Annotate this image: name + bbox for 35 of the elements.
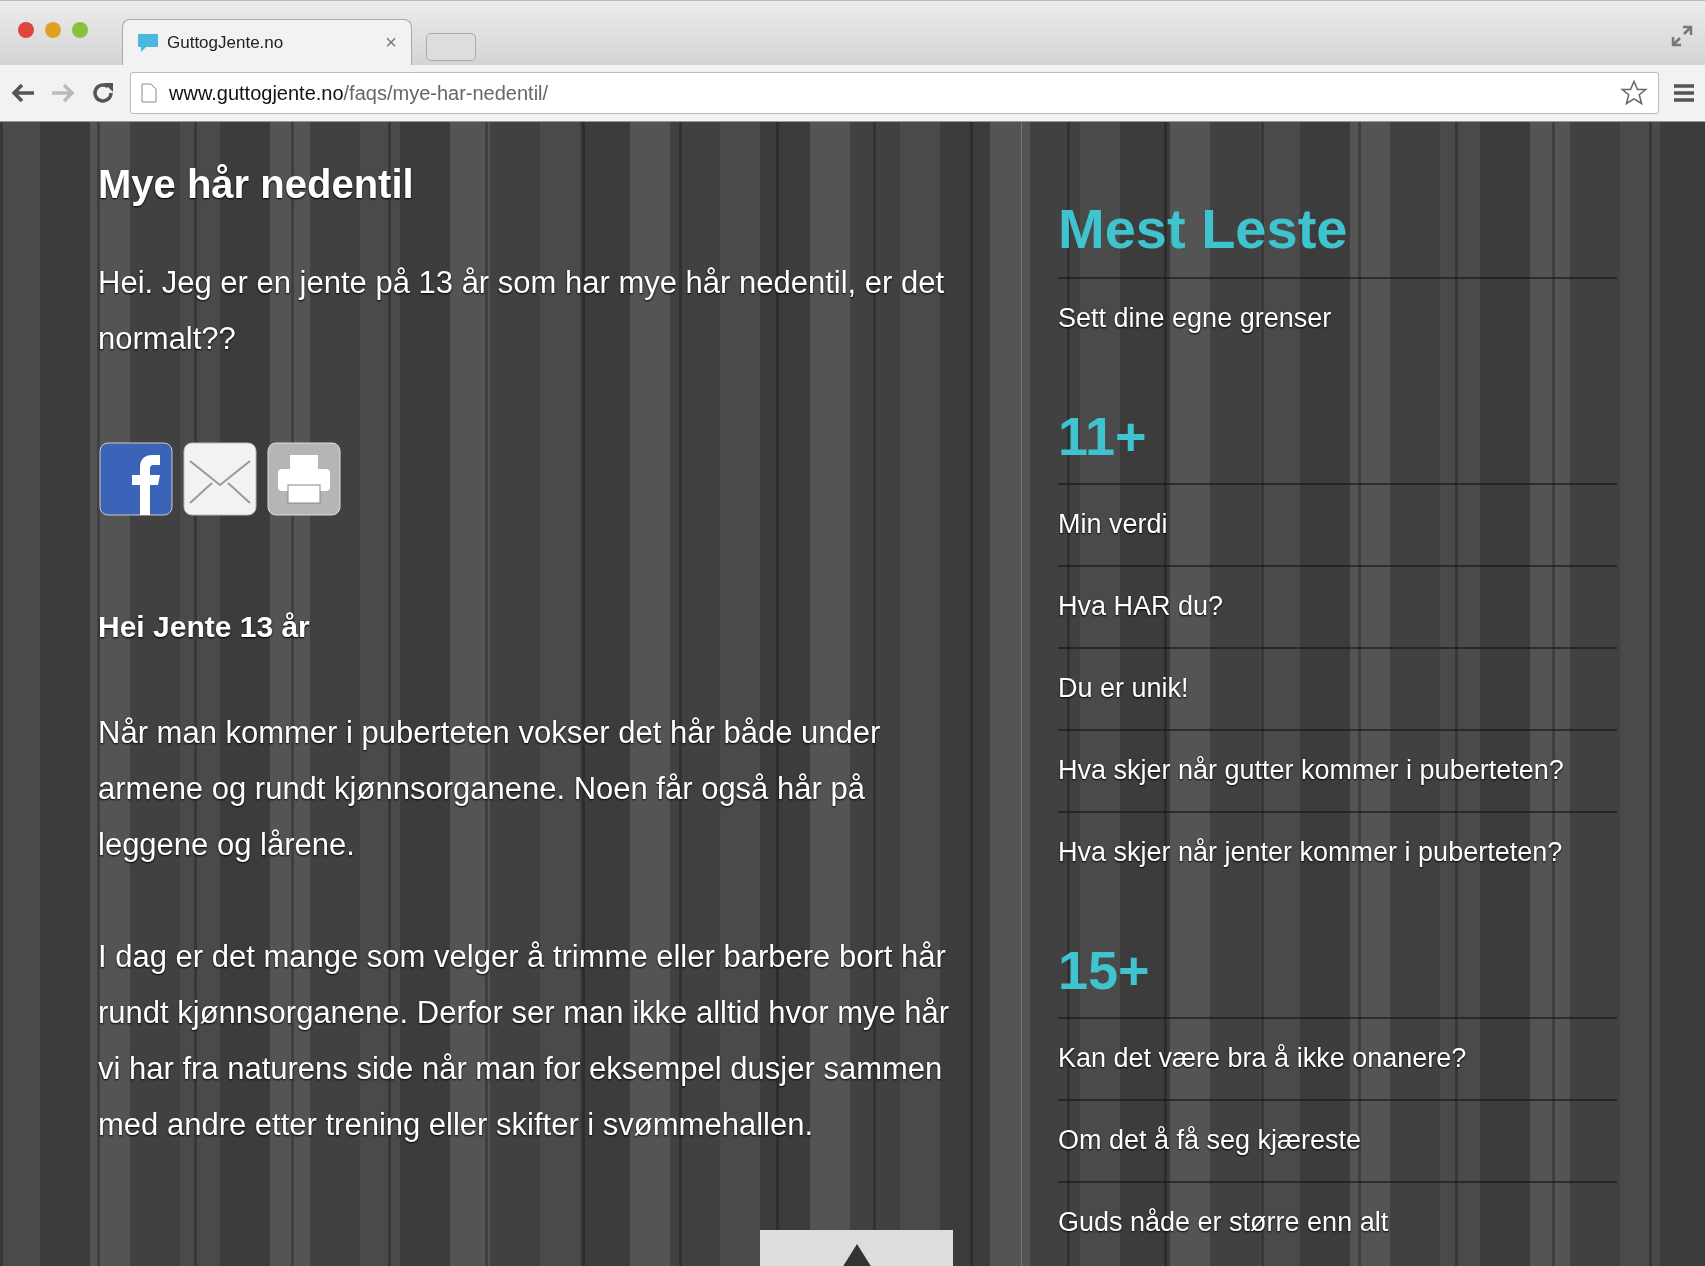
star-icon[interactable] bbox=[1620, 79, 1648, 107]
greeting-text: Hei Jente 13 år bbox=[98, 609, 311, 645]
facebook-share-icon[interactable] bbox=[98, 441, 174, 517]
article-link[interactable]: Hva skjer når jenter kommer i puberteten? bbox=[1058, 811, 1617, 893]
article-link[interactable]: Min verdi bbox=[1058, 483, 1617, 565]
browser-tab[interactable]: GuttogJente.no × bbox=[122, 19, 412, 65]
sidebar-title: Mest Leste bbox=[1058, 196, 1349, 261]
article-link[interactable]: Kan det være bra å ikke onanere? bbox=[1058, 1017, 1617, 1099]
fullscreen-icon[interactable] bbox=[1671, 25, 1693, 47]
speech-bubble-icon bbox=[137, 32, 159, 53]
article-link[interactable]: Hva skjer når gutter kommer i puberteten? bbox=[1058, 729, 1617, 811]
article-link[interactable]: Hva HAR du? bbox=[1058, 565, 1617, 647]
reload-icon[interactable] bbox=[90, 80, 116, 106]
print-icon[interactable] bbox=[266, 441, 342, 517]
tab-title: GuttogJente.no bbox=[167, 32, 285, 53]
menu-icon[interactable] bbox=[1673, 83, 1695, 103]
question-text: Hei. Jeg er en jente på 13 år som har mye hår nedentil, er det normalt?? bbox=[98, 264, 946, 358]
back-icon[interactable] bbox=[10, 82, 36, 104]
article-title: Mye hår nedentil bbox=[98, 162, 415, 207]
url-host: www.guttogjente.no bbox=[169, 81, 344, 104]
up-triangle-icon bbox=[841, 1244, 872, 1266]
age-group-heading: 15+ bbox=[1058, 939, 1151, 1001]
article-link[interactable]: Guds nåde er større enn alt bbox=[1058, 1181, 1617, 1263]
article-link[interactable]: Om det å få seg kjæreste bbox=[1058, 1099, 1617, 1181]
address-bar[interactable]: www.guttogjente.no/faqs/mye-har-nedentil/ bbox=[130, 72, 1659, 114]
article-link[interactable]: Du er unik! bbox=[1058, 647, 1617, 729]
answer-paragraph: Når man kommer i puberteten vokser det hår både under armene og rundt kjønnsorganene. Noen får også hår på leggene og lårene. bbox=[98, 714, 882, 864]
tab-close-button[interactable]: × bbox=[385, 31, 397, 54]
email-share-icon[interactable] bbox=[182, 441, 258, 517]
page-icon bbox=[141, 83, 157, 103]
answer-paragraph: I dag er det mange som velger å trimme eller barbere bort hår rundt kjønnsorganene. Derfor ser man ikke alltid hvor mye hår vi har fra naturens side når man for eksempel dusjer sammen med andre etter trening eller skifter i svømmehallen. bbox=[98, 938, 951, 1144]
url-path: /faqs/mye-har-nedentil/ bbox=[343, 81, 549, 104]
article-link[interactable]: Sett dine egne grenser bbox=[1058, 277, 1617, 359]
age-group-heading: 11+ bbox=[1058, 405, 1148, 467]
window-control-icon[interactable] bbox=[18, 22, 34, 38]
